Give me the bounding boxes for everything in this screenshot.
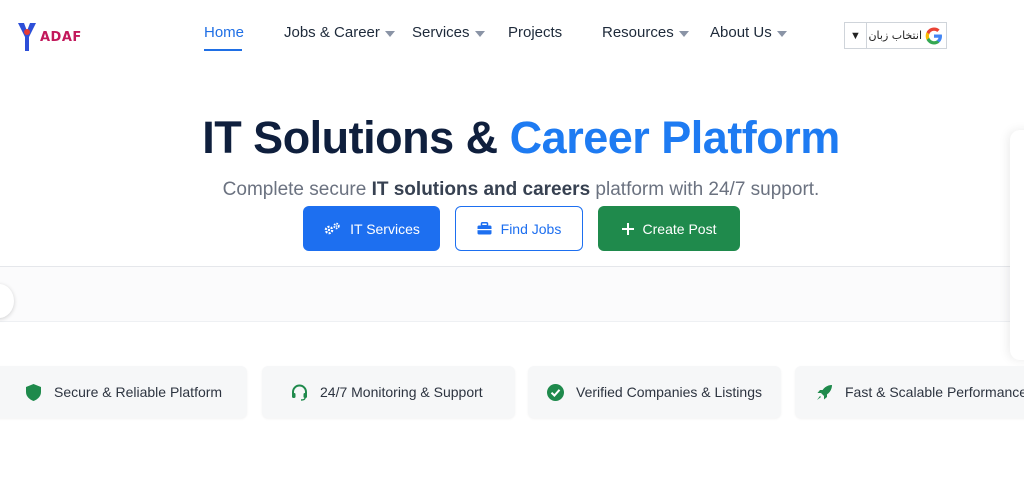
feature-card-verified: Verified Companies & Listings [528, 366, 781, 418]
nav-services[interactable]: Services [412, 24, 485, 41]
it-services-button[interactable]: IT Services [303, 206, 440, 251]
feature-label: 24/7 Monitoring & Support [320, 384, 483, 400]
find-jobs-button[interactable]: Find Jobs [455, 206, 583, 251]
feature-card-fast: Fast & Scalable Performance [795, 366, 1024, 418]
nav-about-us-label: About Us [710, 24, 772, 41]
dropdown-arrow-icon: ▼ [845, 23, 867, 48]
chevron-down-icon [776, 30, 787, 37]
hero-subtitle: Complete secure IT solutions and careers… [0, 179, 1024, 201]
feature-label: Secure & Reliable Platform [54, 384, 223, 400]
hero-subtitle-pre: Complete secure [222, 179, 372, 200]
site-header: ADAF Home Jobs & Career Services Project… [0, 0, 1024, 68]
search-bar[interactable] [0, 267, 1024, 322]
nav-projects[interactable]: Projects [508, 24, 562, 41]
hero-title-accent: Career Platform [509, 112, 841, 163]
nav-home-label: Home [204, 24, 245, 41]
headset-icon [290, 383, 308, 401]
feature-card-secure: Secure & Reliable Platform [0, 366, 247, 418]
feature-label: Verified Companies & Listings [576, 384, 762, 400]
nav-resources-label: Resources [602, 24, 674, 41]
nav-about-us[interactable]: About Us [710, 24, 787, 41]
side-panel [1010, 130, 1024, 360]
language-label: انتخاب زبان [868, 29, 922, 42]
feature-label: Fast & Scalable Performance [845, 384, 1024, 400]
chevron-down-icon [678, 30, 689, 37]
chevron-down-icon [474, 30, 485, 37]
nav-jobs-career-label: Jobs & Career [284, 24, 380, 41]
hero-title-main: IT Solutions & [202, 112, 510, 163]
google-g-icon [925, 27, 942, 44]
chevron-down-icon [384, 30, 395, 37]
gears-icon [324, 222, 340, 234]
plus-icon [621, 222, 634, 235]
nav-home[interactable]: Home [204, 24, 245, 51]
feature-card-support: 24/7 Monitoring & Support [262, 366, 515, 418]
it-services-label: IT Services [350, 220, 420, 237]
site-logo[interactable]: ADAF [16, 20, 96, 54]
nav-projects-label: Projects [508, 24, 563, 41]
language-selector[interactable]: ▼ انتخاب زبان [844, 22, 947, 49]
briefcase-icon [477, 222, 492, 235]
create-post-label: Create Post [642, 220, 717, 237]
hero-subtitle-bold: IT solutions and careers [371, 179, 591, 200]
find-jobs-label: Find Jobs [500, 220, 562, 237]
logo-text: ADAF [40, 29, 82, 45]
check-circle-icon [546, 383, 564, 401]
hero-subtitle-post: platform with 24/7 support. [590, 179, 820, 200]
shield-icon [24, 383, 42, 401]
nav-active-underline [204, 49, 242, 51]
logo-mark-icon [18, 23, 36, 51]
create-post-button[interactable]: Create Post [598, 206, 740, 251]
rocket-icon [815, 383, 833, 401]
nav-services-label: Services [412, 24, 470, 41]
nav-resources[interactable]: Resources [602, 24, 689, 41]
nav-jobs-career[interactable]: Jobs & Career [284, 24, 395, 41]
hero-title: IT Solutions & Career Platform [0, 112, 1024, 164]
